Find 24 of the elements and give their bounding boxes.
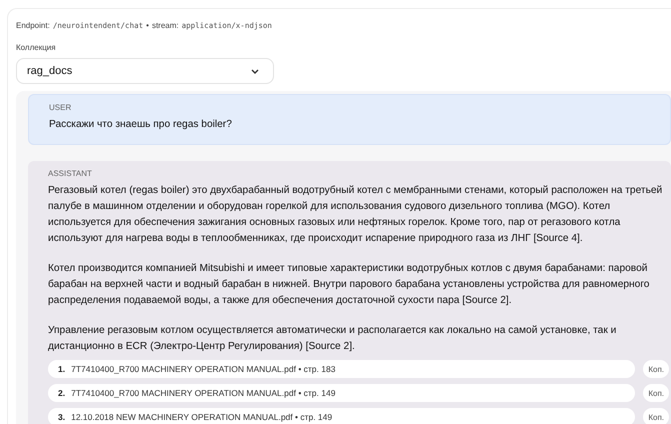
source-number: 3. [58, 412, 66, 422]
collection-select[interactable]: rag_docs [16, 58, 274, 84]
message-paragraph: Регазовый котел (regas boiler) это двухбарабанный водотрубный котел с мембранными стенами, который расположен на третьей палубе в машинном отделении и оборудован горелкой для использования судового дизельного топлива (MGO). Котел используется для обеспечения зажигания основных газовых или нефтяных горелок. Кроме того, пар от регазового котла используют для нагрева воды в теплообменниках, где происходит испарение природного газа из ЛНГ [Source 4]. [48, 184, 663, 246]
copy-button[interactable]: Коп. [643, 384, 669, 402]
endpoint-label: Endpoint: [16, 21, 50, 30]
copy-button[interactable]: Коп. [643, 360, 669, 378]
message-paragraph: Котел производится компанией Mitsubishi и имеет типовые характеристики водотрубных котлов с двумя барабанами: паровой барабан на верхней части и водный барабан в нижней. Внутри парового барабана установлены устройства для равномерного распределения подаваемой воды, а также для обеспечения достаточной сухости пара [Source 2]. [48, 262, 650, 308]
message-paragraph: Расскажи что знаешь про regas boiler? [49, 118, 233, 132]
separator-dot: • [146, 21, 149, 30]
source-number: 1. [58, 364, 66, 374]
stream-label: stream: [152, 21, 179, 30]
source-title: 7T7410400_R700 MACHINERY OPERATION MANUAL.pdf • стр. 183 [71, 364, 336, 374]
source-item[interactable]: 2. 7T7410400_R700 MACHINERY OPERATION MANUAL.pdf • стр. 149 [48, 384, 636, 402]
source-title: 7T7410400_R700 MACHINERY OPERATION MANUAL.pdf • стр. 149 [71, 388, 336, 398]
message-paragraph: Управление регазовым котлом осуществляется автоматически и располагается как локально на самой установке, так и дистанционно в ECR (Электро-Центр Регулирования) [Source 2]. [48, 324, 618, 354]
source-number: 2. [58, 388, 66, 398]
source-item[interactable]: 1. 7T7410400_R700 MACHINERY OPERATION MANUAL.pdf • стр. 183 [48, 360, 636, 378]
role-label: USER [49, 103, 72, 112]
collection-label: Коллекция [16, 43, 57, 52]
chevron-down-icon [251, 68, 259, 74]
source-item[interactable]: 3. 12.10.2018 NEW MACHINERY OPERATION MANUAL.pdf • стр. 149 [48, 408, 636, 424]
role-label: ASSISTANT [48, 169, 93, 178]
copy-button[interactable]: Коп. [643, 408, 669, 424]
source-title: 12.10.2018 NEW MACHINERY OPERATION MANUAL.pdf • стр. 149 [71, 412, 332, 422]
